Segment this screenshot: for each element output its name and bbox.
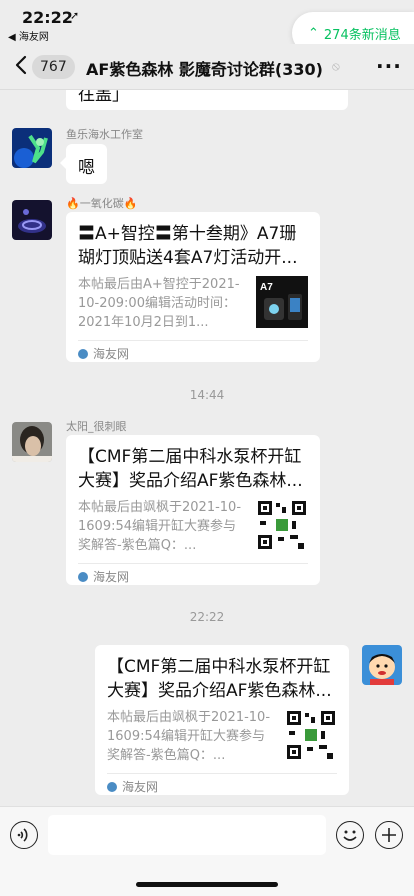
link-card[interactable]: 〓A+智控〓第十叁期》A7珊瑚灯顶贴送4套A7灯活动开... 本帖最后由A+智控… (66, 212, 320, 362)
link-card[interactable]: 【CMF第二届中科水泵杯开缸大赛】奖品介绍AF紫色森林... 本帖最后由飒枫于2… (66, 435, 320, 585)
double-chevron-up-icon: ⌃ (308, 25, 319, 41)
back-chevron-icon[interactable] (14, 55, 28, 75)
thumbnail-label: A7 (260, 282, 273, 293)
voice-input-icon[interactable] (10, 821, 38, 849)
message-bubble[interactable]: 嗯 (60, 144, 107, 184)
source-icon (78, 349, 88, 359)
link-card-source: 海友网 (78, 344, 129, 364)
chat-header: 767 AF紫色森林 影魔奇讨论群(330) ⦸ ··· (0, 44, 414, 90)
plus-icon[interactable] (375, 821, 403, 849)
message-list[interactable]: 往盖」 鱼乐海水工作室 嗯 🔥一氧化碳🔥 〓A+智控〓第十叁期》A7珊瑚灯顶贴送… (0, 90, 414, 806)
more-options-button[interactable]: ··· (376, 54, 402, 78)
home-indicator (136, 882, 278, 887)
sender-name: 太阳_很刺眼 (66, 420, 127, 433)
source-label: 海友网 (122, 780, 159, 794)
link-card-source: 海友网 (107, 777, 158, 797)
mute-icon: ⦸ (332, 59, 340, 73)
source-label: 海友网 (93, 347, 130, 361)
source-icon (107, 782, 117, 792)
avatar[interactable] (12, 128, 52, 168)
message-text: 往盖」 (78, 90, 129, 105)
link-card-title: 【CMF第二届中科水泵杯开缸大赛】奖品介绍AF紫色森林... (78, 447, 303, 491)
avatar[interactable] (12, 200, 52, 240)
divider (78, 340, 308, 341)
link-card-description: 本帖最后由飒枫于2021-10-1609:54编辑开缸大赛参与奖解答-紫色篇Q：… (78, 500, 242, 553)
source-label: 海友网 (93, 570, 130, 584)
divider (107, 773, 337, 774)
link-card-source: 海友网 (78, 567, 129, 587)
source-icon (78, 572, 88, 582)
back-to-app-link[interactable]: ◀ 海友网 (8, 28, 49, 43)
link-card-description: 本帖最后由飒枫于2021-10-1609:54编辑开缸大赛参与奖解答-紫色篇Q：… (107, 710, 271, 763)
link-card[interactable]: 【CMF第二届中科水泵杯开缸大赛】奖品介绍AF紫色森林... 本帖最后由飒枫于2… (95, 645, 349, 795)
self-avatar[interactable] (362, 645, 402, 685)
message-bubble-partial[interactable]: 往盖」 (66, 90, 348, 110)
sender-name: 鱼乐海水工作室 (66, 128, 143, 141)
emoji-icon[interactable] (336, 821, 364, 849)
qr-code-thumbnail (285, 709, 337, 761)
qr-code-thumbnail (256, 499, 308, 551)
divider (78, 563, 308, 564)
timestamp: 22:22 (189, 610, 225, 624)
message-text: 嗯 (78, 158, 95, 178)
link-card-thumbnail: A7 (256, 276, 308, 328)
status-time: 22:22 (22, 8, 73, 27)
unread-count-badge[interactable]: 767 (32, 55, 75, 79)
link-card-title: 【CMF第二届中科水泵杯开缸大赛】奖品介绍AF紫色森林... (107, 657, 332, 701)
location-icon: ➚ (70, 9, 80, 22)
timestamp: 14:44 (189, 388, 225, 402)
link-card-description: 本帖最后由A+智控于2021-10-209:00编辑活动时间：2021年10月2… (78, 277, 240, 330)
new-messages-label: 274条新消息 (323, 27, 401, 43)
sender-name: 🔥一氧化碳🔥 (66, 197, 138, 210)
chat-title: AF紫色森林 影魔奇讨论群(330) (86, 60, 323, 79)
message-input[interactable] (48, 815, 326, 855)
link-card-title: 〓A+智控〓第十叁期》A7珊瑚灯顶贴送4套A7灯活动开... (78, 224, 298, 268)
avatar[interactable] (12, 422, 52, 462)
